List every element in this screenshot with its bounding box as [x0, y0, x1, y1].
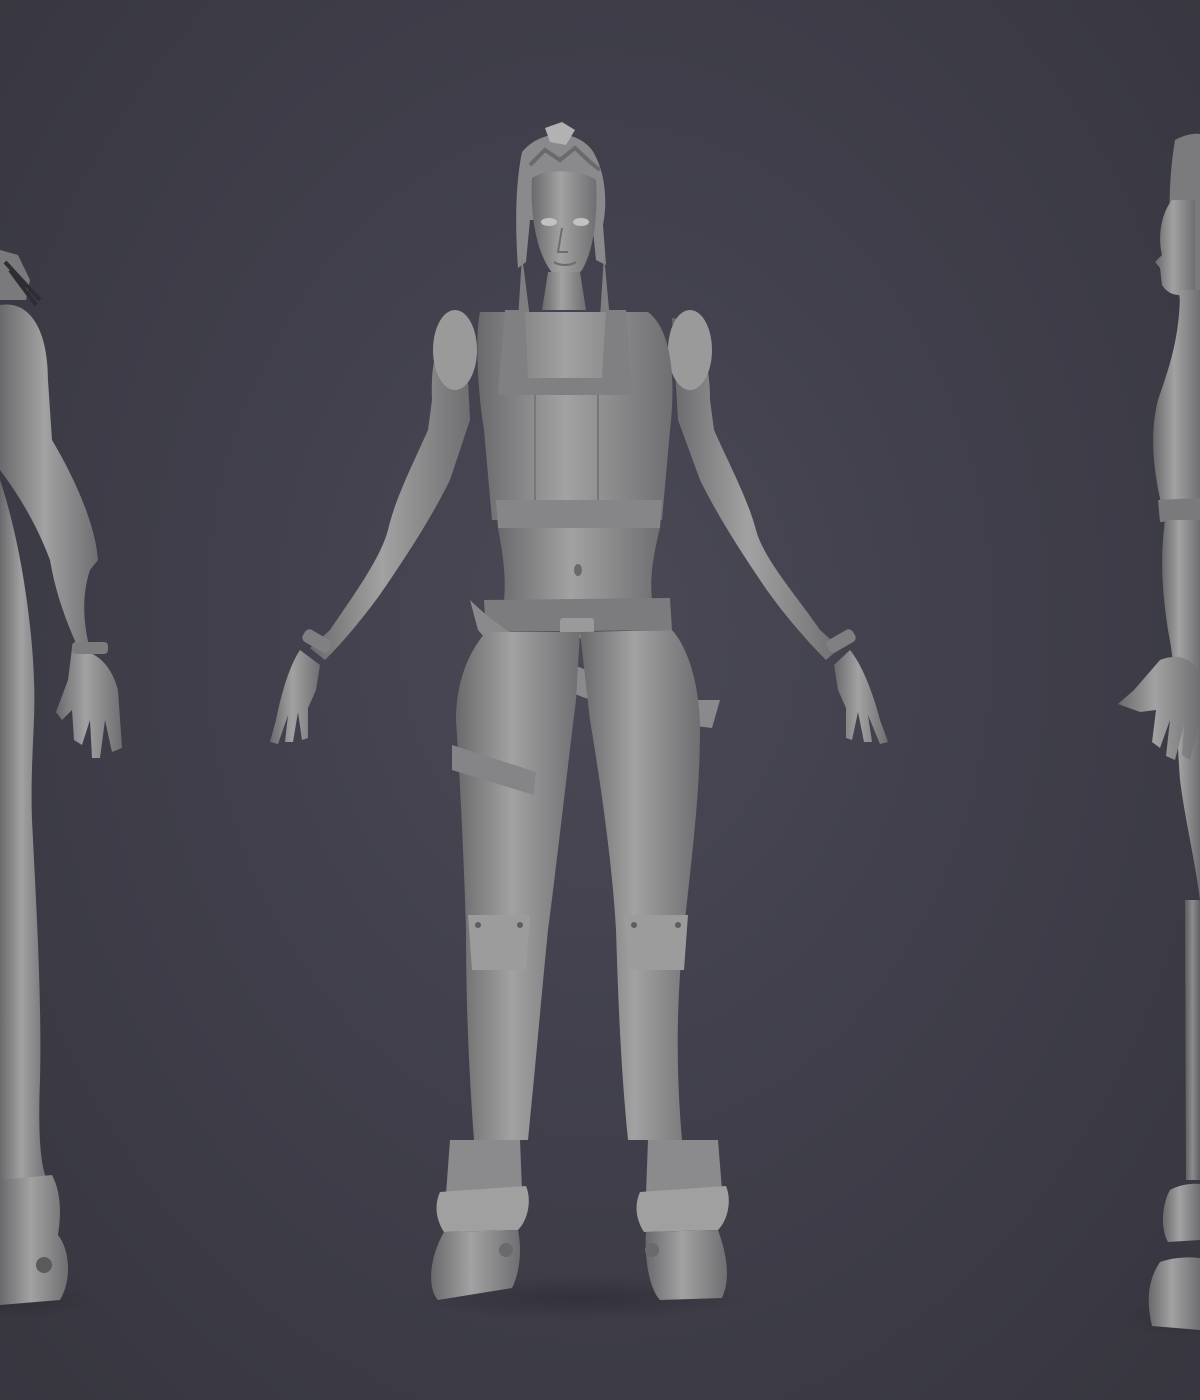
- torso: [477, 310, 673, 600]
- legs: [452, 630, 700, 1140]
- neck: [542, 272, 586, 310]
- side-view-figure: [1118, 133, 1200, 1336]
- left-arm: [270, 310, 477, 744]
- right-arm: [668, 310, 888, 744]
- front-view-figure: [270, 122, 888, 1320]
- sculpt-turnaround-viewport: [0, 0, 1200, 1400]
- turnaround-render: [0, 122, 1200, 1336]
- back-view-figure: [0, 250, 122, 1318]
